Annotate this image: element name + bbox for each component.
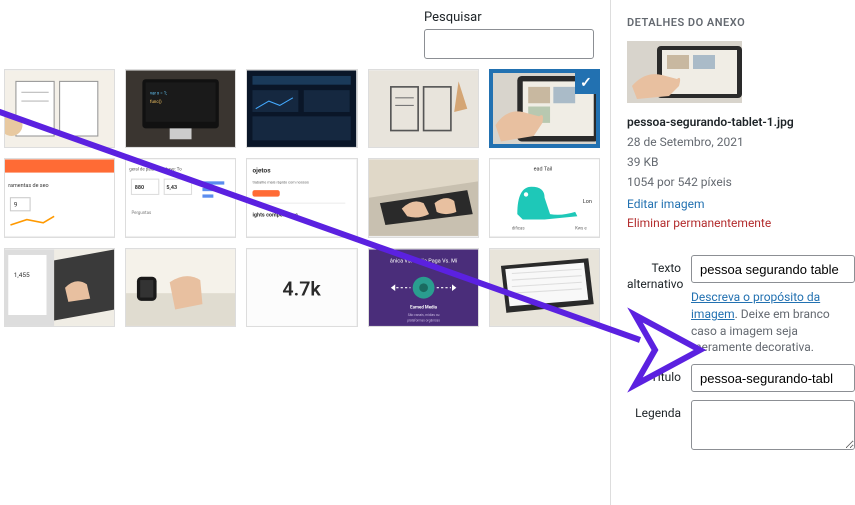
svg-text:ights competitivos: ights competitivos — [253, 213, 299, 219]
media-thumb-organic-vs-paid[interactable]: ânica Vs. Mídia Paga Vs. Mí Earned Media S… — [368, 248, 479, 327]
svg-text:São canais, mídias ou: São canais, mídias ou — [407, 312, 439, 317]
attachment-filesize: 39 KB — [627, 153, 855, 171]
alt-text-help: Descreva o propósito da imagem. Deixe em… — [691, 289, 855, 356]
media-thumb-seo-tools[interactable]: ramentas de seo 9 — [4, 158, 115, 237]
sidebar-heading: DETALHES DO ANEXO — [627, 16, 855, 29]
attachment-preview-thumb — [627, 41, 742, 103]
attachment-details-sidebar: DETALHES DO ANEXO pessoa-segurando-table… — [610, 0, 855, 505]
svg-text:func(): func() — [150, 100, 162, 105]
svg-text:Lon: Lon — [583, 200, 592, 206]
svg-text:1,455: 1,455 — [14, 271, 30, 279]
media-thumb-stat-4-7k[interactable]: 4.7k — [246, 248, 357, 327]
svg-text:ramentas de seo: ramentas de seo — [8, 183, 48, 189]
svg-text:5,43: 5,43 — [167, 185, 178, 191]
media-thumb-imac-code[interactable]: var x = 1; func() — [125, 69, 236, 148]
media-thumb-laptop-spreadsheet[interactable] — [489, 248, 600, 327]
media-thumb-keywords-report[interactable]: geral de palavras-chave: To 880 5,43 Pergun… — [125, 158, 236, 237]
svg-text:9: 9 — [14, 201, 18, 209]
svg-text:Earned Media: Earned Media — [410, 305, 437, 310]
media-thumb-tablet-hand[interactable] — [489, 69, 600, 148]
search-label: Pesquisar — [424, 10, 594, 25]
svg-text:880: 880 — [135, 185, 144, 191]
svg-text:4.7k: 4.7k — [283, 277, 322, 300]
attachment-dimensions: 1054 por 542 píxeis — [627, 173, 855, 191]
edit-image-link[interactable]: Editar imagem — [627, 197, 704, 211]
svg-text:geral de palavras-chave: To: geral de palavras-chave: To — [129, 168, 182, 173]
alt-text-input[interactable] — [691, 255, 855, 283]
caption-input[interactable] — [691, 400, 855, 450]
svg-text:var x = 1;: var x = 1; — [150, 92, 167, 97]
media-thumb-sketch-wireframe[interactable] — [368, 69, 479, 148]
search-input[interactable] — [424, 29, 594, 59]
svg-text:Kws e: Kws e — [575, 227, 587, 232]
svg-text:dificas: dificas — [512, 227, 526, 232]
media-thumb-longtail-dino[interactable]: ead Tail Lon dificas Kws e — [489, 158, 600, 237]
media-thumb-smartwatch-keyboard[interactable] — [125, 248, 236, 327]
title-input[interactable] — [691, 364, 855, 392]
title-label: Título — [627, 364, 691, 392]
svg-text:ânica Vs. Mídia Paga Vs. Mí: ânica Vs. Mídia Paga Vs. Mí — [390, 258, 458, 264]
alt-text-label: Texto alternativo — [627, 255, 691, 356]
svg-text:ojetos: ojetos — [253, 167, 272, 175]
caption-label: Legenda — [627, 400, 691, 454]
media-thumb-wireframe-board[interactable] — [4, 69, 115, 148]
media-thumb-dashboard-dark[interactable] — [246, 69, 357, 148]
media-grid: var x = 1; func() ramentas de seo 9 geral … — [0, 69, 610, 337]
attachment-filename: pessoa-segurando-tablet-1.jpg — [627, 113, 855, 131]
media-thumb-laptop-typing[interactable] — [368, 158, 479, 237]
svg-text:trabalhe mais rápido com nosso: trabalhe mais rápido com nossos — [253, 180, 309, 185]
svg-text:plataformas orgânicas: plataformas orgânicas — [407, 318, 440, 322]
svg-text:Perguntas: Perguntas — [132, 212, 153, 217]
attachment-date: 28 de Setembro, 2021 — [627, 133, 855, 151]
media-thumb-projects-panel[interactable]: ojetos trabalhe mais rápido com nossos igh… — [246, 158, 357, 237]
media-thumb-laptop-hands[interactable]: 1,455 — [4, 248, 115, 327]
media-library-panel: Pesquisar var x = 1;func() ra — [0, 0, 610, 505]
svg-text:ead Tail: ead Tail — [533, 167, 552, 173]
delete-permanently-link[interactable]: Eliminar permanentemente — [627, 216, 771, 230]
